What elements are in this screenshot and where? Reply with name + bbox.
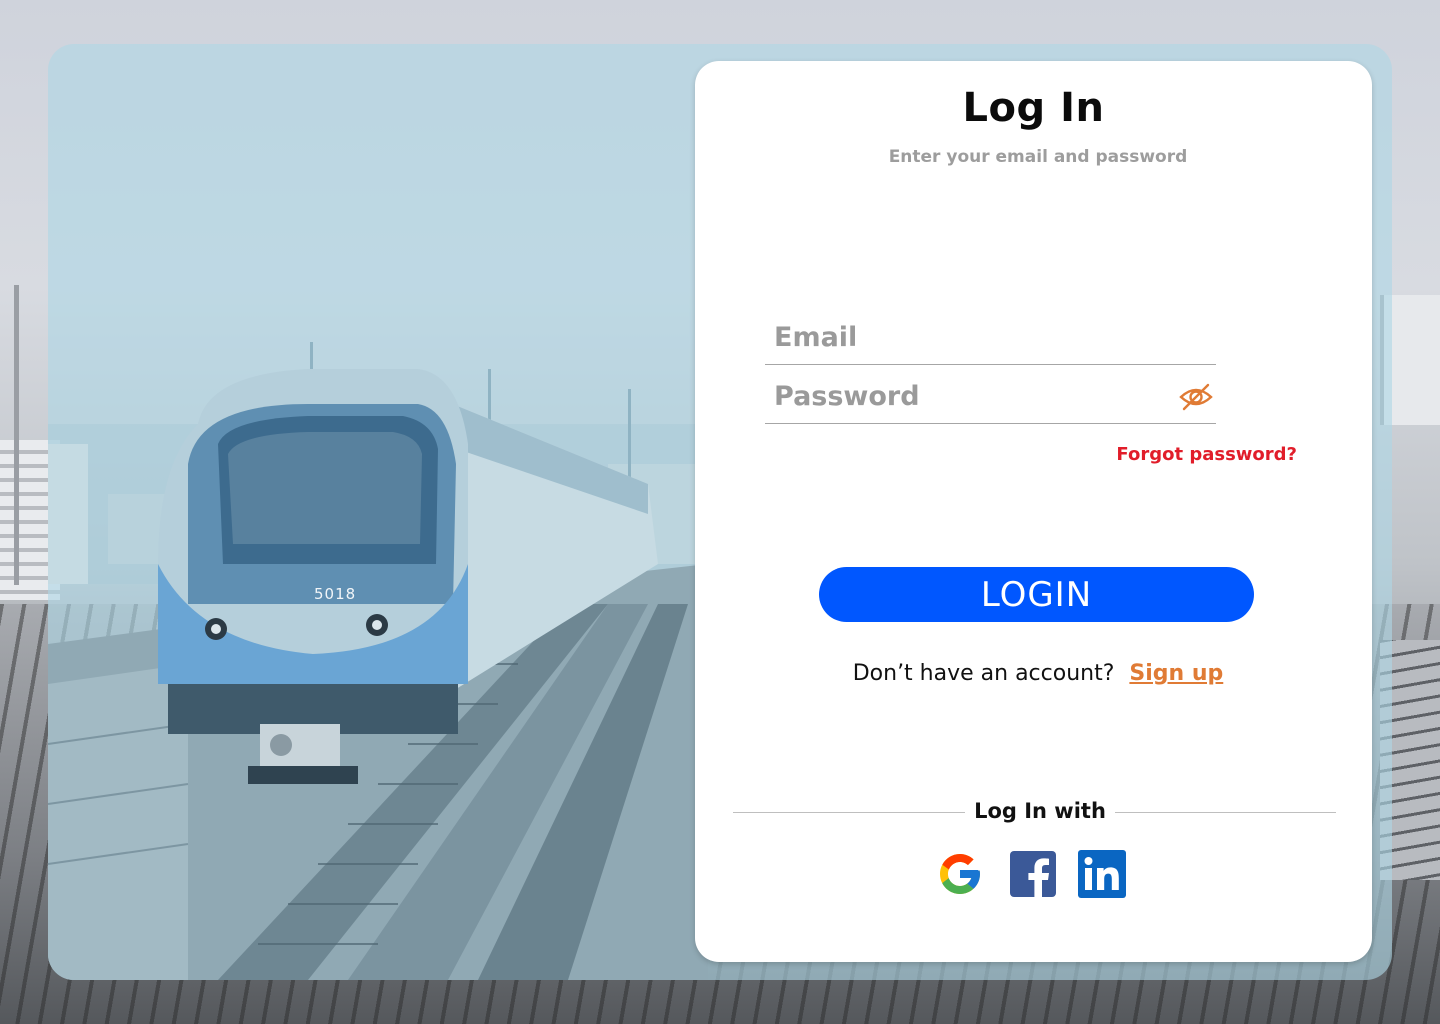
divider-line-right [1115, 812, 1336, 813]
linkedin-icon[interactable] [1077, 849, 1127, 899]
eye-slash-icon[interactable] [1176, 377, 1216, 417]
signup-row: Don’t have an account? Sign up [695, 661, 1381, 686]
page-subtitle: Enter your email and password [888, 147, 1188, 167]
password-field [765, 368, 1216, 424]
password-input[interactable] [774, 378, 1144, 414]
divider-line-left [733, 812, 965, 813]
social-login-label: Log In with [974, 799, 1106, 823]
no-account-text: Don’t have an account? [852, 661, 1115, 686]
login-frame: 5018 Log In Enter your email and passwor… [48, 44, 1392, 980]
facebook-icon[interactable] [1008, 849, 1058, 899]
login-button[interactable]: LOGIN [819, 567, 1254, 622]
signup-link[interactable]: Sign up [1129, 661, 1223, 686]
background-lamp-pole [14, 285, 19, 585]
google-icon[interactable] [935, 849, 985, 899]
train-illustration: 5018 [48, 44, 708, 980]
login-card: Log In Enter your email and password For… [695, 61, 1372, 962]
forgot-password-link[interactable]: Forgot password? [1116, 444, 1297, 465]
page-title: Log In [962, 85, 1105, 131]
email-field [765, 309, 1216, 365]
train-number: 5018 [314, 585, 357, 603]
email-input[interactable] [774, 319, 1144, 355]
